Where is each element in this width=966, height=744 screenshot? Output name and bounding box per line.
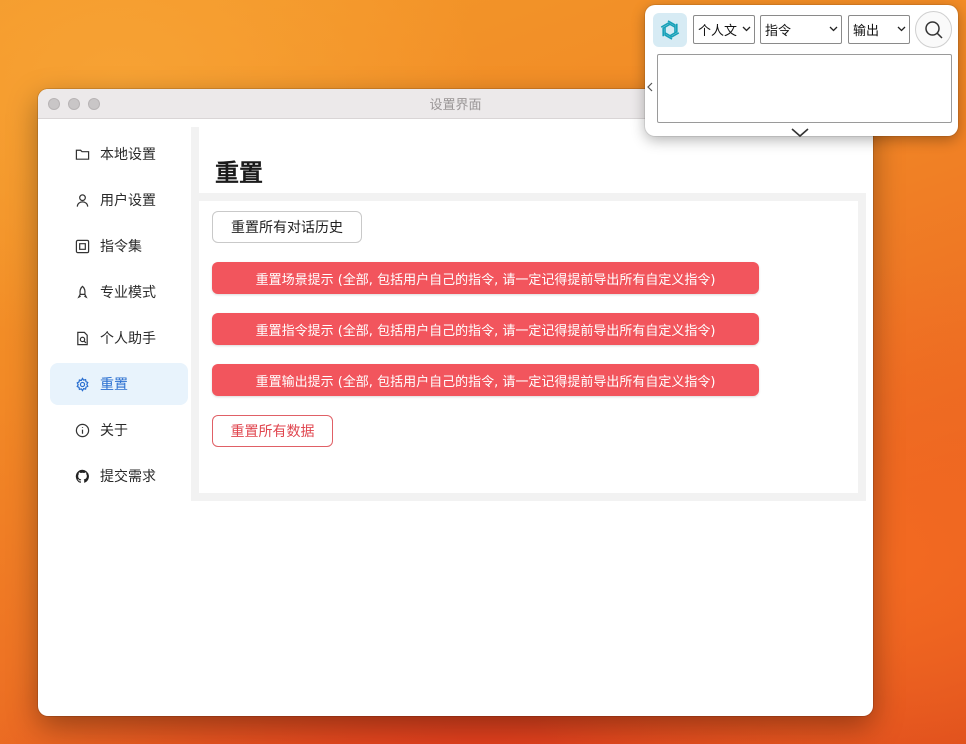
sidebar-item-label: 用户设置 [100,193,156,209]
command-select[interactable]: 指令 [760,15,842,44]
github-icon [74,468,90,484]
info-icon [74,422,90,438]
search-button[interactable] [915,11,952,48]
sidebar-item-submit-request[interactable]: 提交需求 [50,455,188,497]
expand-chevron-down-icon[interactable] [791,123,809,142]
settings-window: 设置界面 本地设置 用户设置 指令集 专业模式 个人助手 重置 关于 提交需求 … [38,89,873,716]
sidebar-item-label: 个人助手 [100,331,156,347]
reset-output-prompts-button[interactable]: 重置输出提示 (全部, 包括用户自己的指令, 请一定记得提前导出所有自定义指令) [212,364,759,396]
chevron-left-icon[interactable] [647,81,653,95]
sidebar-item-user-settings[interactable]: 用户设置 [50,179,188,221]
command-icon [74,238,90,254]
reset-actions-card: 重置所有对话历史 重置场景提示 (全部, 包括用户自己的指令, 请一定记得提前导… [199,201,858,493]
prompt-textarea[interactable] [657,54,952,123]
sidebar-item-pro-mode[interactable]: 专业模式 [50,271,188,313]
reset-history-button[interactable]: 重置所有对话历史 [212,211,362,243]
reset-command-prompts-button[interactable]: 重置指令提示 (全部, 包括用户自己的指令, 请一定记得提前导出所有自定义指令) [212,313,759,345]
sidebar-item-local-settings[interactable]: 本地设置 [50,133,188,175]
chevron-down-icon [897,26,906,32]
gear-icon [74,376,90,392]
sidebar-item-command-set[interactable]: 指令集 [50,225,188,267]
sidebar-item-label: 指令集 [100,239,142,255]
openai-logo-icon[interactable] [653,13,687,47]
sidebar-item-label: 提交需求 [100,469,156,485]
user-icon [74,192,90,208]
sidebar-item-reset[interactable]: 重置 [50,363,188,405]
rocket-icon [74,284,90,300]
mode-select[interactable]: 个人文 [693,15,755,44]
assistant-popup: 个人文 指令 输出 [645,5,958,138]
sidebar: 本地设置 用户设置 指令集 专业模式 个人助手 重置 关于 提交需求 [50,133,188,501]
search-icon [924,20,943,39]
chevron-down-icon [742,26,751,32]
page-header: 重置 [199,127,866,193]
chevron-down-icon [829,26,838,32]
reset-all-data-button[interactable]: 重置所有数据 [212,415,333,447]
folder-icon [74,146,90,162]
page-title: 重置 [215,159,263,187]
reset-scene-prompts-button[interactable]: 重置场景提示 (全部, 包括用户自己的指令, 请一定记得提前导出所有自定义指令) [212,262,759,294]
sidebar-item-about[interactable]: 关于 [50,409,188,451]
document-search-icon [74,330,90,346]
sidebar-item-label: 本地设置 [100,147,156,163]
sidebar-item-label: 关于 [100,423,128,439]
sidebar-item-label: 专业模式 [100,285,156,301]
sidebar-item-label: 重置 [100,377,128,393]
reset-panel: 重置 重置所有对话历史 重置场景提示 (全部, 包括用户自己的指令, 请一定记得… [191,127,866,501]
output-select[interactable]: 输出 [848,15,910,44]
sidebar-item-personal-assistant[interactable]: 个人助手 [50,317,188,359]
